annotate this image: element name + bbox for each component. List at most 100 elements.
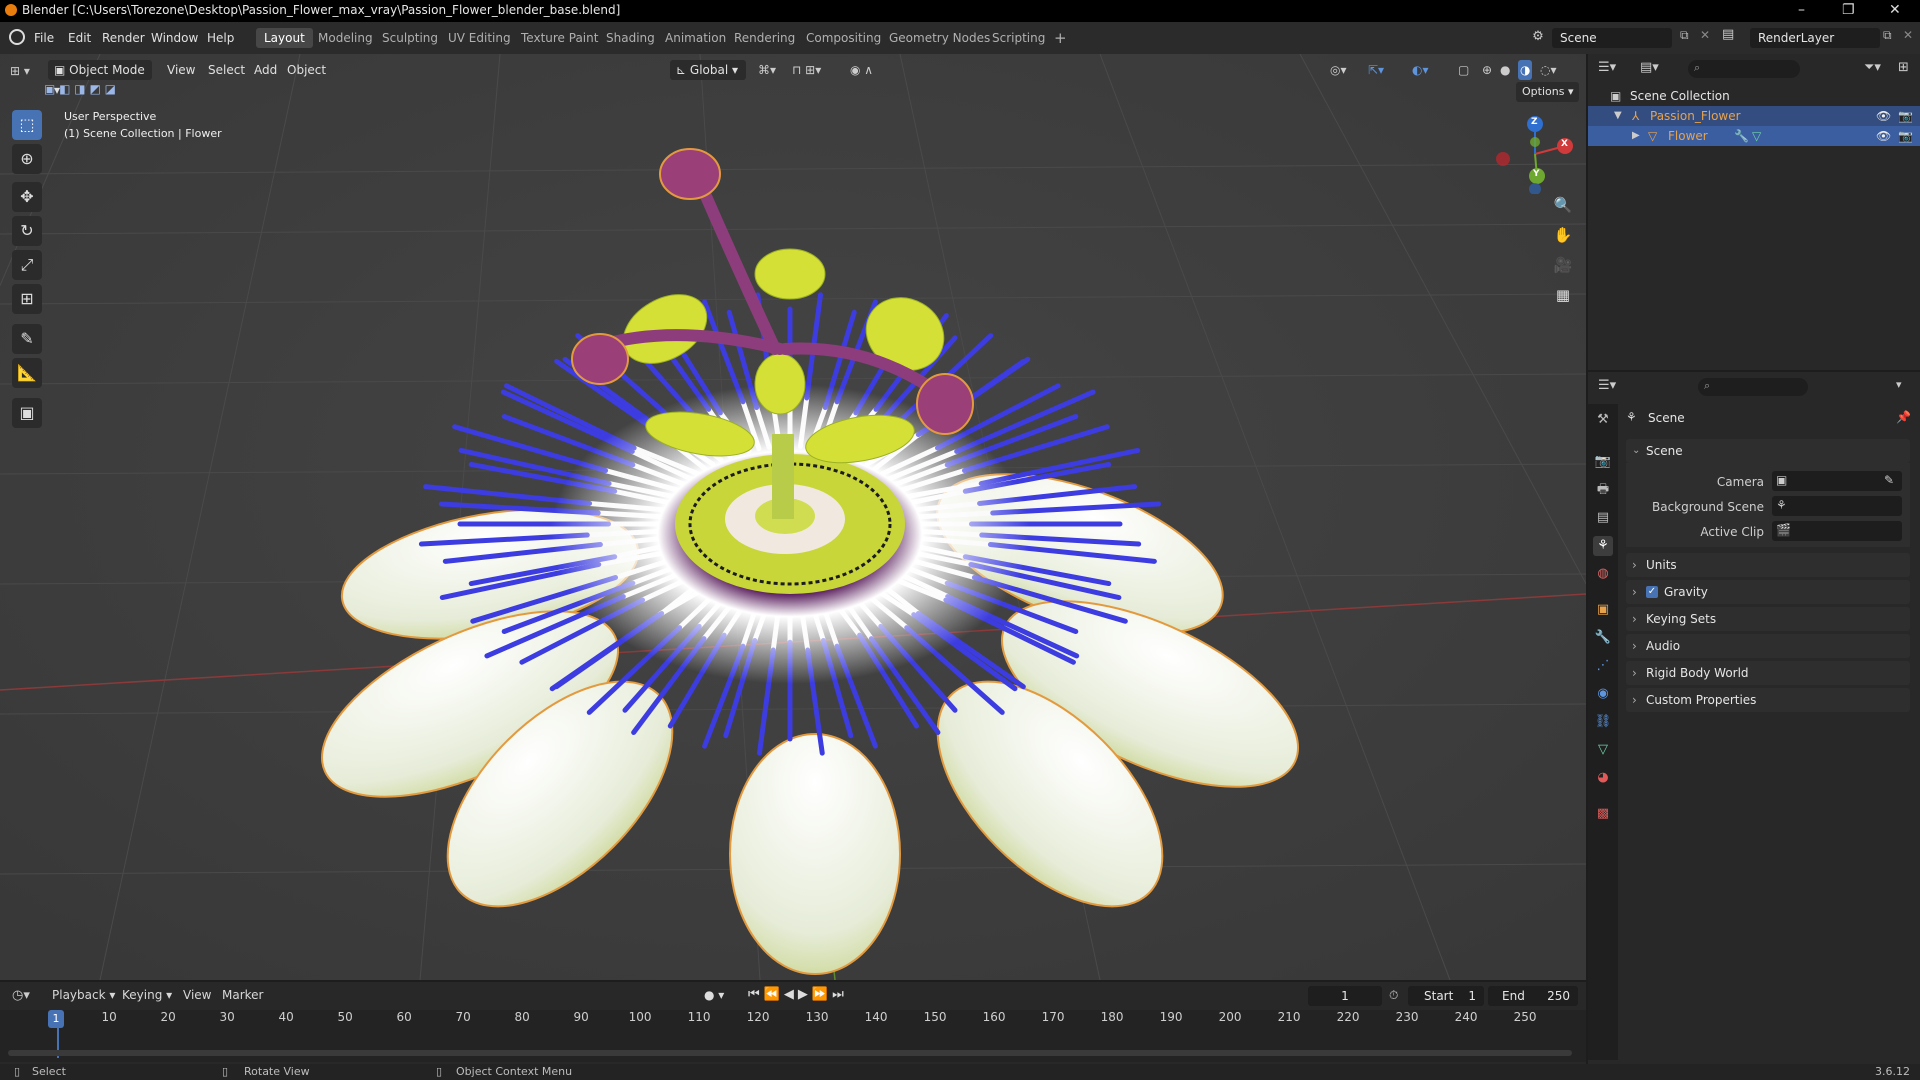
outliner-editor-type-icon[interactable]: ☰▾ [1598,60,1616,75]
menu-window[interactable]: Window [151,31,198,45]
end-frame-field[interactable]: End 250 [1488,986,1578,1006]
proportional-edit-icon[interactable]: ◉ ∧ [850,60,873,80]
custom-properties-panel[interactable]: › Custom Properties [1626,688,1910,712]
gizmo-toggle-icon[interactable]: ⇱▾ [1368,60,1384,80]
scene-name-field[interactable]: Scene [1552,28,1672,48]
scale-tool[interactable]: ⤢ [12,250,42,280]
rigid-body-world-panel[interactable]: › Rigid Body World [1626,661,1910,685]
timeline-menu-marker[interactable]: Marker [222,988,263,1002]
add-cube-tool[interactable]: ▣ [12,398,42,428]
display-mode-icon[interactable]: ▤▾ [1640,60,1659,75]
active-clip-field[interactable]: 🎬 [1772,521,1902,541]
tab-scripting[interactable]: Scripting [984,28,1053,48]
tab-rendering[interactable]: Rendering [726,28,803,48]
constraints-tab-icon[interactable]: ⛓ [1593,712,1613,732]
3d-viewport[interactable]: ⊞ ▾ ▣ Object Mode ▾ View Select Add Obje… [0,54,1586,980]
visibility-eye-icon[interactable]: 👁 [1876,106,1891,126]
timeline-editor-type-icon[interactable]: ◷▾ [12,988,30,1003]
delete-view-layer-icon[interactable]: ✕ [1903,28,1913,42]
shading-rendered-icon[interactable]: ◌▾ [1540,60,1557,80]
rotate-tool[interactable]: ↻ [12,216,42,246]
render-camera-icon[interactable]: 📷 [1898,126,1913,146]
viewport-menu-select[interactable]: Select [208,60,245,80]
visibility-eye-icon[interactable]: 👁 [1876,126,1891,146]
eyedropper-icon[interactable]: ✎ [1884,473,1894,487]
material-tab-icon[interactable]: ◕ [1593,768,1613,788]
viewport-menu-view[interactable]: View [167,60,195,80]
expand-arrow-icon[interactable]: ▼ [1614,106,1622,126]
blender-menu-icon[interactable] [9,29,25,45]
scene-section-header[interactable]: ⌄ Scene [1626,439,1910,463]
close-button[interactable]: ✕ [1889,2,1901,18]
units-panel[interactable]: › Units [1626,553,1910,577]
menu-render[interactable]: Render [102,31,145,45]
modifier-tab-icon[interactable]: 🔧 [1593,628,1613,648]
tool-tab-icon[interactable]: ⚒ [1593,410,1613,430]
cursor-tool[interactable]: ⊕ [12,144,42,174]
move-tool[interactable]: ✥ [12,182,42,212]
outliner-row-passion-flower[interactable]: ▼ ⅄ Passion_Flower 👁 📷 [1588,106,1920,126]
shading-material-icon[interactable]: ◑ [1518,60,1533,80]
scene-browse-icon[interactable]: ⚙ [1527,27,1549,47]
physics-tab-icon[interactable]: ◉ [1593,684,1613,704]
xray-icon[interactable]: ▢ [1458,60,1469,80]
tab-uv-editing[interactable]: UV Editing [440,28,519,48]
render-tab-icon[interactable]: 📷 [1593,452,1613,472]
select-box-tool[interactable]: ⬚ [12,110,42,140]
zoom-icon[interactable]: 🔍 [1550,192,1576,218]
pan-hand-icon[interactable]: ✋ [1550,222,1576,248]
texture-tab-icon[interactable]: ▩ [1593,804,1613,824]
properties-editor-type-icon[interactable]: ☰▾ [1598,378,1616,393]
current-frame-field[interactable]: 1 [1308,986,1382,1006]
expand-arrow-icon[interactable]: ▶ [1632,126,1640,146]
new-collection-icon[interactable]: ⊞ [1898,60,1909,75]
preview-range-icon[interactable]: ⏱ [1389,988,1398,1003]
add-workspace-button[interactable]: + [1046,28,1075,48]
filter-icon[interactable]: ⏷▾ [1864,60,1881,75]
timeline-menu-view[interactable]: View [183,988,211,1002]
panel-options-icon[interactable]: ▾ [1896,378,1902,391]
background-scene-field[interactable]: ⚘ [1772,496,1902,516]
editor-type-icon[interactable]: ⊞ ▾ [10,61,30,81]
output-tab-icon[interactable]: 🖶 [1593,480,1613,500]
shading-wireframe-icon[interactable]: ⊕ [1482,60,1492,80]
tab-compositing[interactable]: Compositing [798,28,889,48]
annotate-tool[interactable]: ✎ [12,324,42,354]
mode-dropdown[interactable]: ▣ Object Mode ▾ [48,60,152,97]
restore-button[interactable]: ❐ [1842,2,1855,18]
view-layer-tab-icon[interactable]: ▤ [1593,508,1613,528]
timeline-menu-keying[interactable]: Keying ▾ [122,988,172,1002]
options-dropdown[interactable]: Options ▾ [1516,82,1580,102]
menu-file[interactable]: File [34,31,54,45]
gravity-checkbox[interactable]: ✓ [1646,586,1658,598]
snap-icon[interactable]: ⊓ ⊞▾ [792,60,821,80]
pivot-point-icon[interactable]: ⌘▾ [758,60,776,80]
keying-sets-panel[interactable]: › Keying Sets [1626,607,1910,631]
transform-tool[interactable]: ⊞ [12,284,42,314]
tab-sculpting[interactable]: Sculpting [374,28,446,48]
view-layer-field[interactable]: RenderLayer [1750,28,1880,48]
gravity-panel[interactable]: › ✓ Gravity [1626,580,1910,604]
playback-controls[interactable]: ⏮⏪◀▶⏩⏭ [748,987,848,1002]
tab-texture-paint[interactable]: Texture Paint [513,28,606,48]
visibility-icon[interactable]: ◎▾ [1330,60,1347,80]
menu-help[interactable]: Help [207,31,234,45]
render-camera-icon[interactable]: 📷 [1898,106,1913,126]
camera-field[interactable]: ▣ ✎ [1772,471,1902,491]
select-mode-icons[interactable]: ▣ ◧ ◨ ◩ ◪ [44,82,140,98]
pin-icon[interactable]: 📌 [1896,410,1911,424]
tab-layout[interactable]: Layout [256,28,313,48]
tab-modeling[interactable]: Modeling [310,28,381,48]
audio-panel[interactable]: › Audio [1626,634,1910,658]
timeline-scrollbar[interactable] [8,1050,1572,1056]
properties-search-input[interactable]: ⌕ [1698,378,1808,396]
camera-view-icon[interactable]: 🎥 [1550,252,1576,278]
transform-orientation-dropdown[interactable]: ⊾ Global ▾ [670,60,746,80]
menu-edit[interactable]: Edit [68,31,91,45]
tab-animation[interactable]: Animation [657,28,734,48]
overlay-toggle-icon[interactable]: ◐▾ [1412,60,1429,80]
scene-tab-icon[interactable]: ⚘ [1593,536,1613,556]
measure-tool[interactable]: 📐 [12,358,42,388]
timeline-menu-playback[interactable]: Playback ▾ [52,988,115,1002]
viewport-menu-object[interactable]: Object [287,60,326,80]
